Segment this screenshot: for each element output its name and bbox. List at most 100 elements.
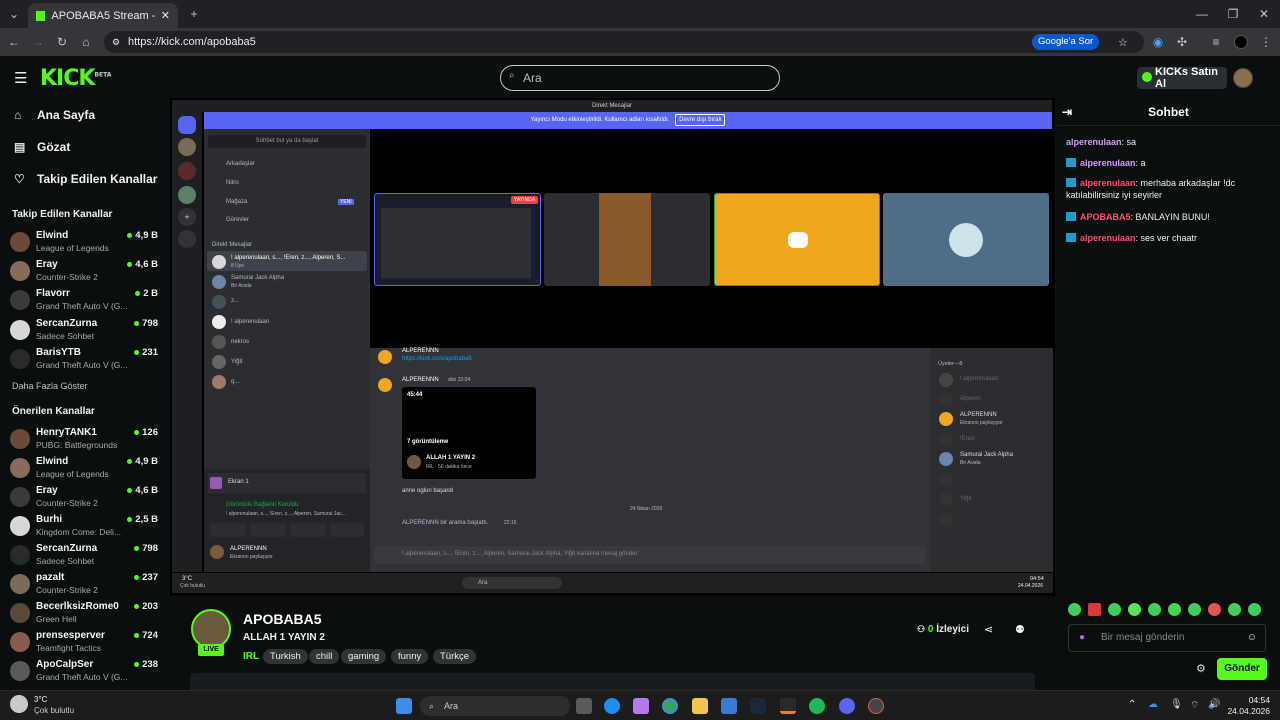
- emote-icon[interactable]: [1148, 603, 1161, 616]
- sidebar-channel[interactable]: pazalt Counter-Strike 2 237: [10, 571, 162, 599]
- stream-tag[interactable]: Türkçe: [433, 649, 477, 664]
- tab-list-icon[interactable]: ⌄: [4, 0, 24, 28]
- weather-icon[interactable]: [10, 695, 28, 713]
- chat-username[interactable]: alperenulaan: [1080, 233, 1136, 243]
- sidebar-channel[interactable]: SercanZurna Sadece Sohbet 798: [10, 542, 162, 570]
- maximize-icon[interactable]: ❐: [1223, 0, 1243, 28]
- channel-game: PUBG: Battlegrounds: [36, 440, 118, 450]
- stream-tag[interactable]: gaming: [341, 649, 387, 664]
- stream-category[interactable]: IRL: [243, 651, 259, 662]
- kick-logo[interactable]: KICKBETA: [40, 66, 111, 91]
- file-explorer-icon[interactable]: [692, 698, 708, 714]
- channel-viewers: 2,5 B: [127, 514, 158, 525]
- close-tab-icon[interactable]: ✕: [161, 9, 170, 22]
- app-icon[interactable]: [868, 698, 884, 714]
- taskbar-search[interactable]: ⌕ Ara: [420, 696, 570, 716]
- back-icon[interactable]: ←: [4, 28, 24, 56]
- emote-icon[interactable]: [1128, 603, 1141, 616]
- emote-icon[interactable]: [1068, 603, 1081, 616]
- emote-icon[interactable]: [1088, 603, 1101, 616]
- volume-icon[interactable]: 🔊: [1208, 699, 1220, 710]
- windows-taskbar: 3°C Çok bulutlu ⌕ Ara ⌃ ☁ 🎙 ⌔ 🔊 04:54 24…: [0, 690, 1280, 720]
- extension-icon[interactable]: ◉: [1148, 28, 1168, 56]
- network-icon[interactable]: ⌔: [1190, 699, 1199, 712]
- onedrive-icon[interactable]: ☁: [1148, 699, 1158, 710]
- sidebar-channel[interactable]: ApoCalpSer Grand Theft Auto V (G... 238: [10, 658, 162, 686]
- chat-username[interactable]: alperenulaan: [1066, 137, 1122, 147]
- minimize-icon[interactable]: —: [1192, 0, 1212, 28]
- sidebar-channel[interactable]: Elwind League of Legends 4,9 B: [10, 455, 162, 483]
- nav-following[interactable]: ♡ Takip Edilen Kanallar: [14, 172, 157, 186]
- emote-icon[interactable]: [1208, 603, 1221, 616]
- reload-icon[interactable]: ↻: [52, 28, 72, 56]
- search-input[interactable]: ⌕ Ara: [500, 65, 780, 91]
- profile-avatar[interactable]: [1234, 35, 1248, 49]
- nav-home[interactable]: ⌂ Ana Sayfa: [14, 108, 95, 122]
- emote-icon[interactable]: [1168, 603, 1181, 616]
- home-browser-icon[interactable]: ⌂: [76, 28, 96, 56]
- close-window-icon[interactable]: ✕: [1254, 0, 1274, 28]
- nav-browse[interactable]: ▤ Gözat: [14, 140, 70, 154]
- browser-tab[interactable]: APOBABA5 Stream - Watch Live ✕: [28, 3, 178, 28]
- emote-icon[interactable]: [1248, 603, 1261, 616]
- stream-tag[interactable]: chill: [309, 649, 340, 664]
- sidebar-channel[interactable]: BarisYTB Grand Theft Auto V (G... 231: [10, 346, 162, 374]
- chat-settings-icon[interactable]: ⚙: [1196, 662, 1206, 675]
- sidebar-channel[interactable]: Eray Counter-Strike 2 4,6 B: [10, 484, 162, 512]
- user-avatar[interactable]: [1233, 68, 1253, 88]
- extensions-puzzle-icon[interactable]: ✣: [1172, 28, 1192, 56]
- follow-user-icon[interactable]: ⚉: [1015, 623, 1025, 636]
- sidebar-channel[interactable]: BecerlksizRome0 Green Hell 203: [10, 600, 162, 628]
- sidebar-channel[interactable]: Elwind League of Legends 4,9 B: [10, 229, 162, 257]
- chat-username[interactable]: alperenulaan: [1080, 178, 1136, 188]
- mic-tray-icon[interactable]: 🎙: [1170, 699, 1183, 710]
- chat-input[interactable]: ● Bir mesaj gönderin ☺: [1068, 624, 1266, 652]
- emote-icon[interactable]: [1108, 603, 1121, 616]
- clock-date[interactable]: 24.04.2026: [1226, 706, 1270, 716]
- task-view-icon[interactable]: [576, 698, 592, 714]
- chat-username[interactable]: alperenulaan: [1080, 158, 1136, 168]
- spotify-icon[interactable]: [809, 698, 825, 714]
- copilot-icon[interactable]: [633, 698, 649, 714]
- sidebar-channel[interactable]: Flavorr Grand Theft Auto V (G... 2 B: [10, 287, 162, 315]
- emote-icon[interactable]: [1228, 603, 1241, 616]
- tab-search-icon[interactable]: ≡: [1206, 28, 1226, 56]
- steam-icon[interactable]: [750, 698, 766, 714]
- streamer-name[interactable]: APOBABA5: [243, 611, 322, 627]
- store-icon[interactable]: [721, 698, 737, 714]
- browser-menu-icon[interactable]: ⋮: [1256, 28, 1276, 56]
- stream-tag[interactable]: Turkish: [263, 649, 308, 664]
- sidebar-channel[interactable]: prensesperver Teamfight Tactics 724: [10, 629, 162, 657]
- chrome-icon[interactable]: [662, 698, 678, 714]
- sidebar-channel[interactable]: SercanZurna Sadece Sohbet 798: [10, 317, 162, 345]
- bookmark-star-icon[interactable]: ☆: [1118, 36, 1128, 49]
- url-bar[interactable]: ⚙ https://kick.com/apobaba5 Google'a Sor…: [104, 31, 1144, 53]
- discord-icon[interactable]: [839, 698, 855, 714]
- forward-icon[interactable]: →: [28, 28, 48, 56]
- emote-icon[interactable]: [1188, 603, 1201, 616]
- taskbar-search-label: Ara: [444, 701, 459, 711]
- buy-kicks-button[interactable]: KICKs Satın Al: [1137, 66, 1227, 90]
- stream-tag[interactable]: funny: [391, 649, 429, 664]
- tray-chevron-icon[interactable]: ⌃: [1128, 699, 1136, 710]
- share-icon[interactable]: ⋖: [984, 623, 993, 636]
- collapse-chat-icon[interactable]: ⇥: [1062, 98, 1072, 126]
- edge-icon[interactable]: [604, 698, 620, 714]
- emoji-icon[interactable]: ☺: [1247, 625, 1257, 651]
- channel-name: Eray: [36, 259, 58, 271]
- google-ask-button[interactable]: Google'a Sor: [1032, 34, 1100, 50]
- streamer-avatar[interactable]: [191, 609, 231, 649]
- clock-time[interactable]: 04:54: [1230, 695, 1270, 705]
- sidebar-channel[interactable]: Burhi Kingdom Come: Deli... 2,5 B: [10, 513, 162, 541]
- hamburger-menu-icon[interactable]: ☰: [14, 69, 27, 87]
- windows-start-icon[interactable]: [396, 698, 412, 714]
- send-button[interactable]: Gönder: [1217, 658, 1267, 680]
- show-more-link[interactable]: Daha Fazla Göster: [12, 381, 88, 391]
- microphone-icon[interactable]: ●: [1079, 625, 1085, 651]
- new-tab-icon[interactable]: +: [184, 0, 204, 28]
- game-launcher-icon[interactable]: [780, 698, 796, 714]
- chat-username[interactable]: APOBABA5: [1080, 212, 1131, 222]
- sidebar-channel[interactable]: Eray Counter-Strike 2 4,6 B: [10, 258, 162, 286]
- sidebar-channel[interactable]: HenryTANK1 PUBG: Battlegrounds 126: [10, 426, 162, 454]
- site-info-icon[interactable]: ⚙: [112, 37, 120, 48]
